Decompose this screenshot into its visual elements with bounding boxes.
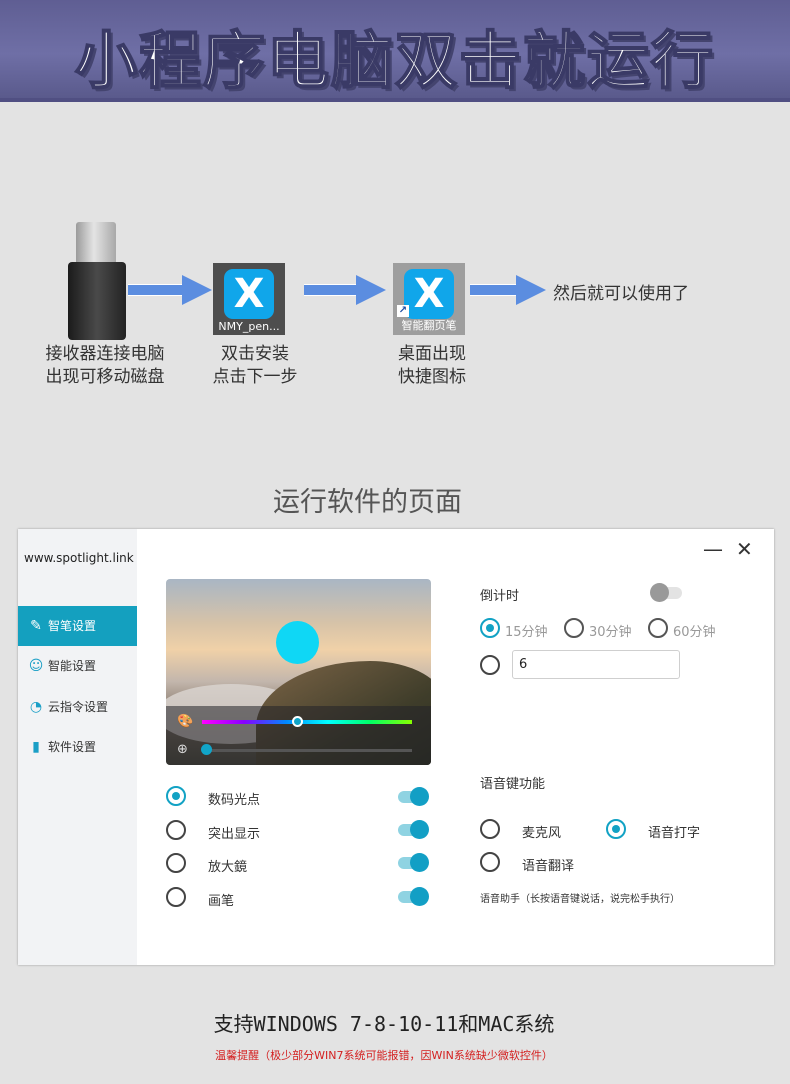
voice-radio-translate[interactable] (480, 852, 500, 872)
flow-arrow-3 (470, 275, 546, 305)
app-window: www.spotlight.link ✎ 智笔设置 ☺ 智能设置 ◔ 云指令设置… (18, 529, 774, 965)
compatibility-warning: 温馨提醒（极少部分WIN7系统可能报错，因WIN系统缺少微软控件） (215, 1049, 553, 1062)
desktop-shortcut-icon: X ↗ 智能翻页笔 (393, 263, 465, 335)
countdown-label: 倒计时 (480, 589, 520, 604)
countdown-radio-custom[interactable] (480, 655, 500, 675)
installer-icon: X NMY_pen... (213, 263, 285, 335)
voice-option-label: 语音打字 (648, 826, 701, 841)
countdown-option-label: 60分钟 (673, 625, 716, 640)
voice-option-label: 语音翻译 (522, 859, 575, 874)
mode-toggle-magnifier[interactable] (398, 853, 429, 872)
nav-item-smart-settings[interactable]: ☺ 智能设置 (18, 646, 137, 686)
mode-label: 突出显示 (208, 827, 261, 842)
robot-icon: ☺ (28, 658, 44, 674)
step-4-caption: 然后就可以使用了 (553, 284, 689, 304)
nav-item-pen-settings[interactable]: ✎ 智笔设置 (18, 606, 137, 646)
mode-toggle-pen[interactable] (398, 887, 429, 906)
palette-icon: 🎨 (177, 714, 194, 729)
signal-icon: ◔ (29, 699, 43, 715)
sidebar: www.spotlight.link ✎ 智笔设置 ☺ 智能设置 ◔ 云指令设置… (18, 529, 137, 965)
mode-toggle-highlight[interactable] (398, 820, 429, 839)
zoom-icon: ⊕ (177, 742, 188, 757)
step-3-caption: 桌面出现 快捷图标 (398, 344, 466, 387)
countdown-custom-input[interactable]: 6 (512, 650, 680, 679)
step-1-caption: 接收器连接电脑 出现可移动磁盘 (45, 344, 165, 387)
countdown-option-label: 15分钟 (505, 625, 548, 640)
countdown-radio-60[interactable] (648, 618, 668, 638)
mode-radio-highlight[interactable] (166, 820, 186, 840)
voice-assistant-hint: 语音助手（长按语音键说话，说完松手执行） (480, 894, 680, 905)
voice-key-label: 语音键功能 (480, 777, 546, 792)
banner-title: 小程序电脑双击就运行 (74, 23, 715, 98)
close-button[interactable]: ✕ (736, 537, 753, 561)
countdown-toggle[interactable] (650, 583, 682, 602)
mode-radio-laser[interactable] (166, 786, 186, 806)
section-title: 运行软件的页面 (273, 487, 462, 518)
size-slider-handle[interactable] (201, 744, 212, 755)
countdown-radio-15[interactable] (480, 618, 500, 638)
step-2-caption: 双击安装 点击下一步 (212, 344, 298, 387)
platform-support-text: 支持WINDOWS 7-8-10-11和MAC系统 (213, 1012, 555, 1036)
pen-icon: ✎ (30, 618, 42, 634)
nav-item-software-settings[interactable]: ▮ 软件设置 (18, 727, 137, 767)
shortcut-arrow-icon: ↗ (397, 305, 409, 317)
pointer-preview: 🎨 ⊕ (166, 579, 431, 765)
app-x-logo-icon: X (224, 269, 274, 319)
mode-label: 放大鏡 (208, 860, 248, 875)
spotlight-dot-preview (276, 621, 319, 664)
minimize-button[interactable]: — (703, 537, 723, 561)
mode-radio-pen[interactable] (166, 887, 186, 907)
color-slider-handle[interactable] (292, 716, 303, 727)
flow-arrow-1 (128, 275, 212, 305)
color-slider-track[interactable] (202, 720, 412, 724)
countdown-radio-30[interactable] (564, 618, 584, 638)
usb-receiver-image (68, 222, 126, 340)
countdown-option-label: 30分钟 (589, 625, 632, 640)
voice-radio-microphone[interactable] (480, 819, 500, 839)
bookmark-icon: ▮ (32, 739, 40, 755)
voice-option-label: 麦克风 (522, 826, 562, 841)
preview-controls: 🎨 ⊕ (166, 706, 431, 765)
mode-label: 画笔 (208, 894, 235, 909)
size-slider-track[interactable] (202, 749, 412, 752)
title-banner: 小程序电脑双击就运行 (0, 0, 790, 102)
mode-radio-magnifier[interactable] (166, 853, 186, 873)
brand-url: www.spotlight.link (24, 551, 134, 565)
mode-toggle-laser[interactable] (398, 787, 429, 806)
flow-arrow-2 (304, 275, 386, 305)
mode-label: 数码光点 (208, 793, 261, 808)
nav-item-cloud-command[interactable]: ◔ 云指令设置 (18, 687, 137, 727)
voice-radio-typing[interactable] (606, 819, 626, 839)
app-x-logo-icon: X (404, 269, 454, 319)
